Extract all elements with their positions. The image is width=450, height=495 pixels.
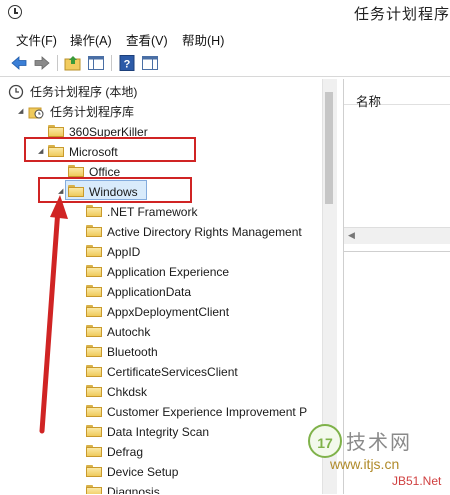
- toolbar-separator: [111, 55, 112, 71]
- menu-action[interactable]: 操作(A): [70, 30, 112, 49]
- horizontal-scrollbar[interactable]: ◀: [344, 227, 450, 244]
- back-arrow-icon[interactable]: [10, 54, 28, 72]
- svg-text:?: ?: [124, 59, 131, 71]
- forward-arrow-icon[interactable]: [33, 54, 51, 72]
- column-header-name[interactable]: 名称: [356, 91, 381, 110]
- watermark-brand: JB51.Net: [392, 474, 442, 488]
- toolbar: ?: [0, 50, 450, 77]
- clock-icon: [8, 5, 22, 19]
- navigation-tree: 任务计划程序 (本地) ◢ 任务计划程序库 360SuperKiller ◢ Mi…: [0, 79, 336, 494]
- up-folder-icon[interactable]: [64, 54, 82, 72]
- help-icon[interactable]: ?: [118, 54, 136, 72]
- action-pane-icon[interactable]: [141, 54, 159, 72]
- tree-scroll-thumb[interactable]: [325, 92, 333, 204]
- menu-view[interactable]: 查看(V): [126, 30, 168, 49]
- window-title: 任务计划程序: [354, 6, 450, 23]
- title-bar: 任务计划程序: [0, 0, 450, 26]
- watermark-title: 技术网: [346, 432, 412, 454]
- menu-file[interactable]: 文件(F): [16, 30, 57, 49]
- watermark: 17 技术网 www.itjs.cn JB51.Net: [300, 418, 450, 494]
- scroll-left-arrow-icon[interactable]: ◀: [348, 230, 355, 241]
- menu-bar: 文件(F) 操作(A) 查看(V) 帮助(H): [0, 28, 450, 48]
- toolbar-separator: [57, 55, 58, 71]
- show-hide-tree-icon[interactable]: [87, 54, 105, 72]
- annotation-arrow: [39, 195, 68, 434]
- watermark-url: www.itjs.cn: [330, 456, 400, 472]
- column-header: 名称: [344, 79, 450, 109]
- menu-help[interactable]: 帮助(H): [182, 30, 224, 49]
- watermark-logo: 17: [308, 424, 342, 458]
